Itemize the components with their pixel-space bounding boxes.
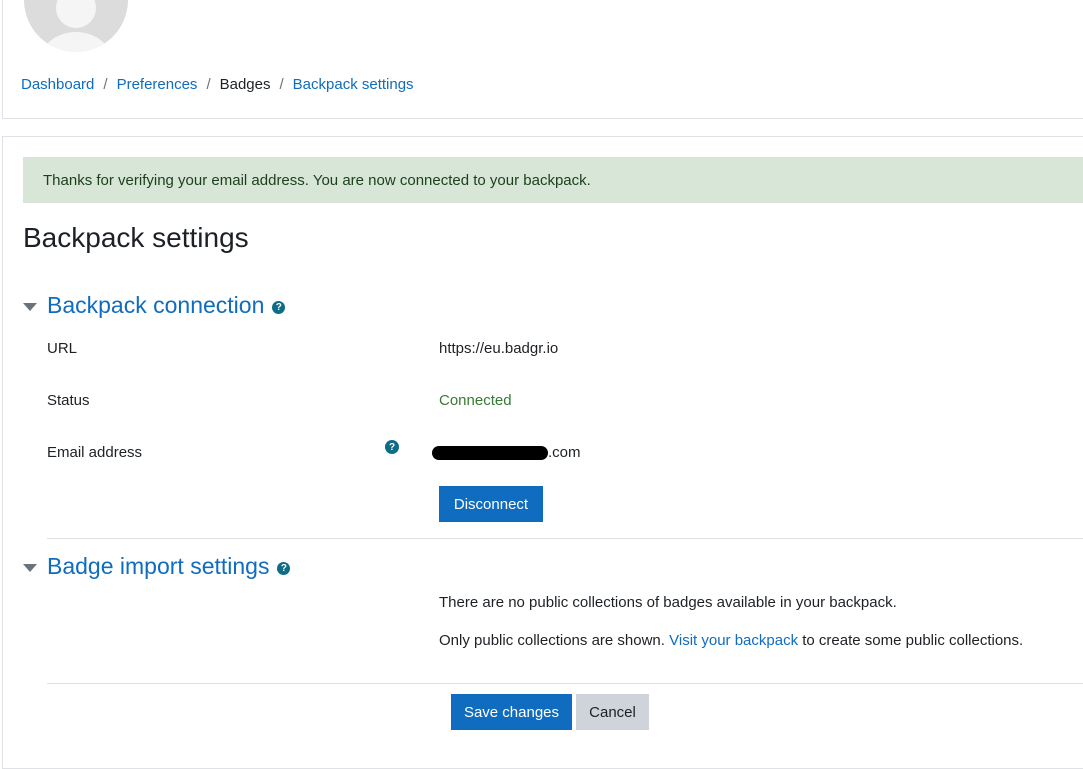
form-divider <box>47 683 1083 684</box>
section-divider <box>47 538 1083 539</box>
breadcrumb-badges: Badges <box>219 76 271 93</box>
breadcrumb-preferences[interactable]: Preferences <box>117 76 198 93</box>
breadcrumb: Dashboard / Preferences / Badges / Backp… <box>21 76 414 93</box>
breadcrumb-separator: / <box>206 76 211 93</box>
breadcrumb-backpack-settings[interactable]: Backpack settings <box>293 76 414 93</box>
breadcrumb-dashboard[interactable]: Dashboard <box>21 76 94 93</box>
alert-message: Thanks for verifying your email address.… <box>43 171 591 189</box>
redacted-email <box>432 446 548 461</box>
question-circle-icon[interactable]: ? <box>277 562 291 575</box>
no-collections-text: There are no public collections of badge… <box>439 594 897 611</box>
after-link-text: to create some public collections. <box>802 632 1024 649</box>
status-value: Connected <box>439 392 512 409</box>
email-label: Email address <box>47 444 143 461</box>
status-label: Status <box>47 392 90 409</box>
success-alert: Thanks for verifying your email address.… <box>23 157 1083 203</box>
visit-backpack-link[interactable]: Visit your backpack <box>669 632 798 649</box>
only-public-text: Only public collections are shown. <box>439 632 665 649</box>
question-circle-icon[interactable]: ? <box>385 440 399 454</box>
caret-down-icon[interactable] <box>23 563 37 572</box>
url-label: URL <box>47 340 78 357</box>
url-value: https://eu.badgr.io <box>439 340 559 357</box>
section-title-backpack-connection[interactable]: Backpack connection <box>47 292 264 319</box>
only-public-text-row: Only public collections are shown. Visit… <box>439 632 1023 649</box>
disconnect-button[interactable]: Disconnect <box>439 486 543 522</box>
breadcrumb-separator: / <box>279 76 284 93</box>
page-title: Backpack settings <box>23 222 249 253</box>
breadcrumb-separator: / <box>103 76 108 93</box>
cancel-button[interactable]: Cancel <box>576 694 649 730</box>
question-circle-icon[interactable]: ? <box>272 301 286 314</box>
caret-down-icon[interactable] <box>23 302 37 311</box>
save-changes-button[interactable]: Save changes <box>451 694 572 730</box>
section-badge-import-header[interactable]: Badge import settings ? <box>23 553 291 580</box>
section-title-badge-import[interactable]: Badge import settings <box>47 553 269 580</box>
email-value: .com <box>432 444 581 461</box>
page-header <box>2 0 1083 119</box>
section-backpack-connection-header[interactable]: Backpack connection ? <box>23 292 286 319</box>
email-suffix: .com <box>548 444 581 461</box>
